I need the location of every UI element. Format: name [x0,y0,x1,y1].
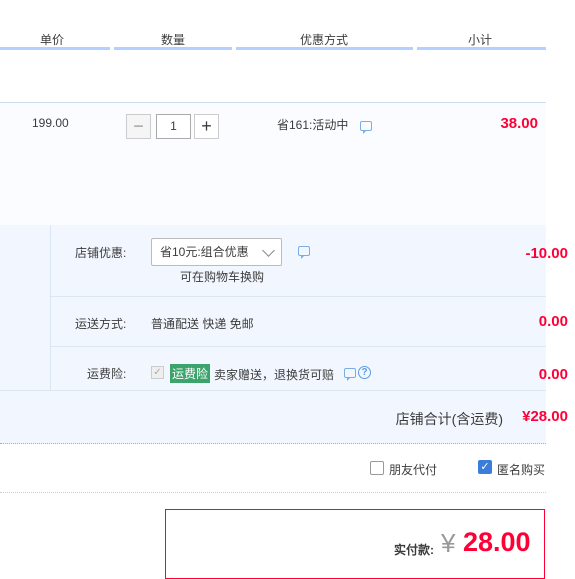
column-unit-price: 单价 [40,33,65,47]
promotion-text: 省161:活动中 [277,118,349,132]
item-row [0,102,546,226]
shop-total-label: 店铺合计(含运费) [395,411,503,427]
shop-discount-label: 店铺优惠: [75,246,127,260]
chat-icon[interactable] [360,121,372,134]
insurance-label: 运费险: [87,367,127,381]
insurance-amount: 0.00 [538,366,568,383]
row-divider [51,346,546,347]
item-subtotal: 38.00 [500,115,538,132]
row-divider [0,390,546,391]
quantity-decrease-button[interactable]: − [126,114,151,139]
column-quantity: 数量 [161,33,186,47]
friend-pay-label: 朋友代付 [389,463,438,477]
anonymous-label: 匿名购买 [497,463,546,477]
shop-discount-select[interactable]: 省10元:组合优惠 [151,238,282,266]
quantity-input[interactable]: 1 [156,114,191,139]
anonymous-checkbox[interactable]: ✓ [478,460,492,474]
quantity-increase-button[interactable]: + [194,114,219,139]
payment-label: 实付款: [394,543,434,557]
chevron-down-icon [262,244,275,257]
insurance-tag: 运费险 [170,364,211,383]
shipping-amount: 0.00 [538,313,568,330]
payment-amount: 28.00 [463,527,531,557]
shop-total-value: ¥28.00 [522,408,568,425]
table-header: 单价 数量 优惠方式 小计 [0,0,546,50]
options-divider [0,492,546,494]
column-subtotal: 小计 [468,33,493,47]
shop-discount-value: 省10元:组合优惠 [160,245,249,259]
insurance-desc: 卖家赠送，退换货可赔 [214,368,335,382]
help-icon[interactable]: ? [358,366,371,379]
friend-pay-checkbox[interactable] [370,461,384,475]
row-divider [51,296,546,297]
payment-currency: ¥ [441,528,456,558]
column-discount: 优惠方式 [300,33,349,47]
shipping-label: 运送方式: [75,317,127,331]
shipping-method: 普通配送 快递 免邮 [151,317,254,331]
shop-discount-amount: -10.00 [525,245,568,262]
chat-icon[interactable] [344,368,356,381]
unit-price: 199.00 [32,116,69,130]
insurance-checkbox: ✓ [151,366,164,379]
shop-left-column [0,225,51,390]
chat-icon[interactable] [298,246,310,259]
shop-discount-hint: 可在购物车换购 [180,270,265,284]
